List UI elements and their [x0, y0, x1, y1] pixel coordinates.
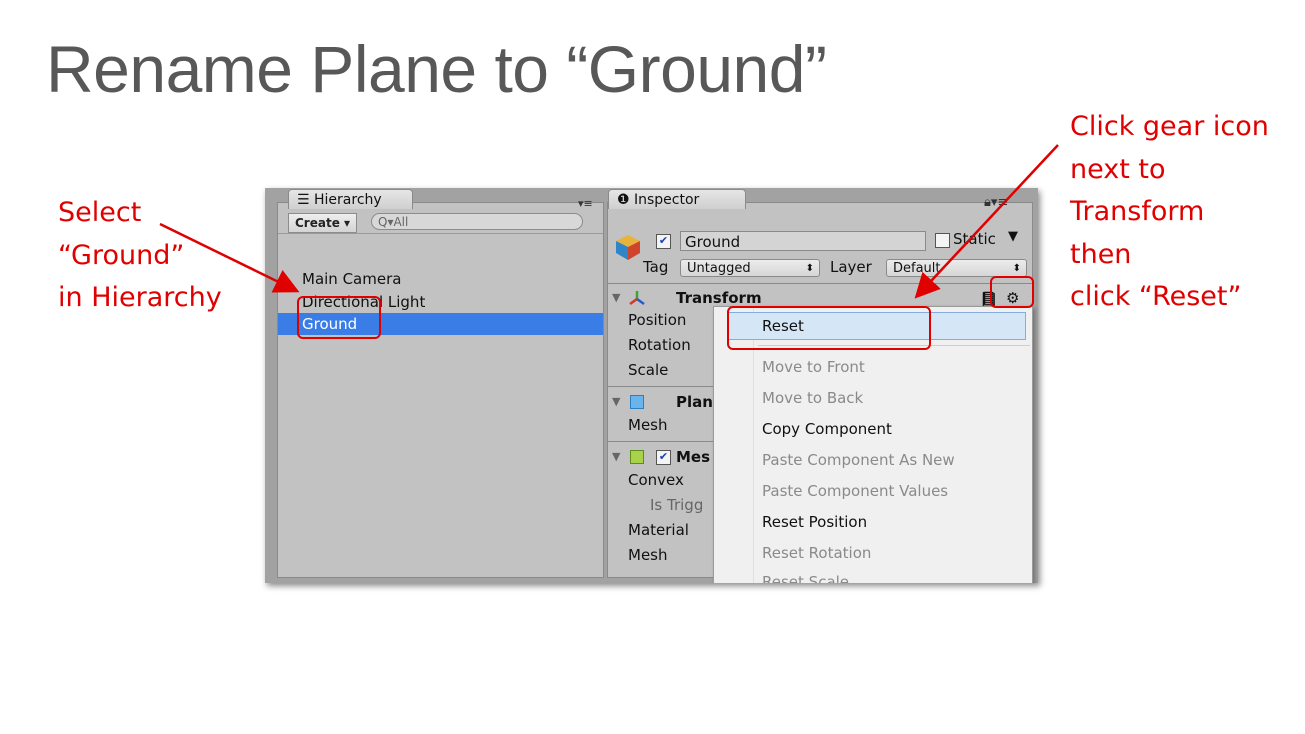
- arrow-to-ground: [159, 222, 300, 293]
- annotation-arrows: [159, 144, 1059, 299]
- arrow-to-gear: [914, 144, 1059, 299]
